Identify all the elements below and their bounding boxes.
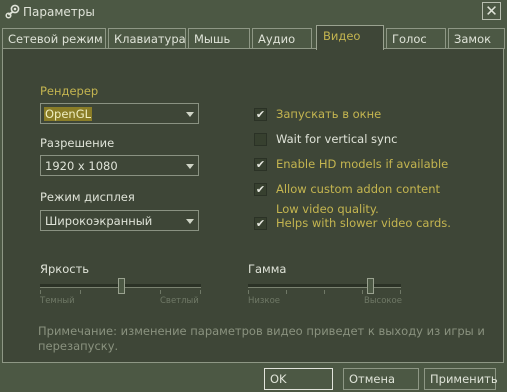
gamma-max-label: Высокое <box>364 296 402 306</box>
resolution-dropdown[interactable]: 1920 x 1080 <box>40 155 199 176</box>
chevron-down-icon <box>186 112 194 117</box>
gamma-slider[interactable] <box>248 276 401 296</box>
brightness-label: Яркость <box>40 262 90 276</box>
hd-models-checkbox[interactable]: ✔ <box>254 158 267 171</box>
check-icon: ✔ <box>255 158 266 171</box>
close-button[interactable]: ✕ <box>482 2 501 20</box>
display-mode-value: Широкоэкранный <box>45 214 153 228</box>
slider-tick <box>286 290 287 294</box>
gamma-min-label: Низкое <box>248 296 280 306</box>
ok-button[interactable]: OK <box>264 368 333 390</box>
check-icon: ✔ <box>255 183 266 196</box>
brightness-max-label: Светлый <box>160 296 199 306</box>
check-icon: ✔ <box>255 217 266 230</box>
resolution-label: Разрешение <box>40 136 115 150</box>
low-quality-checkbox[interactable]: ✔ <box>254 217 267 230</box>
slider-tick <box>324 290 325 294</box>
slider-track <box>248 284 401 288</box>
tab-mouse[interactable]: Мышь <box>188 28 250 49</box>
display-mode-label: Режим дисплея <box>40 190 135 204</box>
title-bar: Параметры ✕ <box>0 0 507 24</box>
vsync-label: Wait for vertical sync <box>276 132 398 146</box>
tab-video[interactable]: Видео <box>316 25 384 50</box>
slider-tick <box>362 290 363 294</box>
apply-button[interactable]: Применить <box>424 368 498 390</box>
brightness-slider[interactable] <box>40 276 201 296</box>
brightness-min-label: Темный <box>40 296 75 306</box>
renderer-label: Рендерер <box>40 84 99 98</box>
slider-tick <box>200 290 201 294</box>
slider-tick <box>160 290 161 294</box>
custom-addon-label: Allow custom addon content <box>276 182 441 196</box>
chevron-down-icon <box>186 219 194 224</box>
gamma-thumb[interactable] <box>367 278 374 294</box>
tab-audio[interactable]: Аудио <box>252 28 312 49</box>
chevron-down-icon <box>186 164 194 169</box>
custom-addon-checkbox[interactable]: ✔ <box>254 183 267 196</box>
gamma-label: Гамма <box>248 262 287 276</box>
low-quality-label: Low video quality. <box>276 202 379 216</box>
slider-tick <box>400 290 401 294</box>
tab-bar: Сетевой режим Клавиатура Мышь Аудио Виде… <box>0 25 507 50</box>
renderer-value: OpenGL <box>44 107 93 121</box>
slider-tick <box>80 290 81 294</box>
tab-keyboard[interactable]: Клавиатура <box>108 28 186 49</box>
renderer-dropdown[interactable]: OpenGL <box>40 103 199 124</box>
window-title: Параметры <box>23 5 95 19</box>
check-icon: ✔ <box>255 108 266 121</box>
vsync-checkbox[interactable] <box>254 133 267 146</box>
hd-models-label: Enable HD models if available <box>276 157 449 171</box>
tab-voice[interactable]: Голос <box>386 28 446 49</box>
slider-tick <box>40 290 41 294</box>
cancel-button[interactable]: Отмена <box>343 368 419 390</box>
slider-tick <box>248 290 249 294</box>
video-change-note: Примечание: изменение параметров видео п… <box>38 324 485 353</box>
run-windowed-checkbox[interactable]: ✔ <box>254 108 267 121</box>
low-quality-hint: Helps with slower video cards. <box>276 216 451 230</box>
steam-icon <box>5 4 20 19</box>
tab-lock[interactable]: Замок <box>448 28 505 49</box>
brightness-thumb[interactable] <box>118 278 125 294</box>
tab-network[interactable]: Сетевой режим <box>2 28 106 49</box>
display-mode-dropdown[interactable]: Широкоэкранный <box>40 210 199 231</box>
close-icon: ✕ <box>485 2 498 20</box>
run-windowed-label: Запускать в окне <box>276 107 382 121</box>
resolution-value: 1920 x 1080 <box>45 159 118 173</box>
